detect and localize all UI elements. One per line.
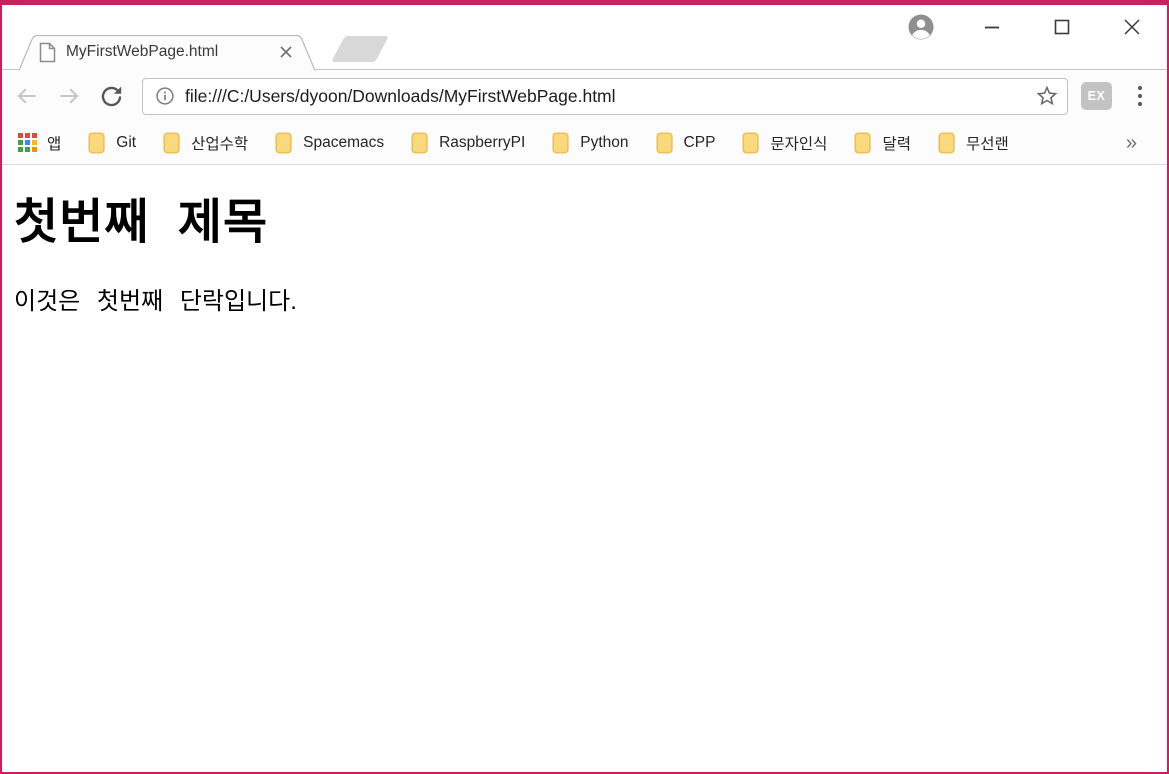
bookmark-folder-item[interactable]: 문자인식 xyxy=(742,132,827,154)
browser-window: MyFirstWebPage.html file:///C:/Users/dyo… xyxy=(0,0,1169,774)
window-controls xyxy=(905,8,1167,46)
folder-icon xyxy=(552,132,571,154)
bookmark-folder-item[interactable]: Python xyxy=(552,132,629,154)
minimize-icon[interactable] xyxy=(957,10,1027,44)
page-content: 첫번째 제목 이것은 첫번째 단락입니다. xyxy=(2,165,1167,772)
bookmark-folder-item[interactable]: 산업수학 xyxy=(163,132,248,154)
folder-icon xyxy=(854,132,873,154)
page-paragraph: 이것은 첫번째 단락입니다. xyxy=(14,288,297,316)
tab-myfirstwebpage[interactable]: MyFirstWebPage.html xyxy=(18,35,318,71)
extension-badge[interactable]: EX xyxy=(1081,82,1112,110)
folder-icon xyxy=(938,132,957,154)
bookmark-folder-item[interactable]: CPP xyxy=(655,132,716,154)
reload-icon[interactable] xyxy=(96,81,126,111)
bookmarks-overflow-icon[interactable]: » xyxy=(1126,132,1151,155)
bookmark-folder-label: Git xyxy=(116,134,137,151)
maximize-icon[interactable] xyxy=(1027,10,1097,44)
folder-icon xyxy=(275,132,294,154)
tab-close-icon[interactable] xyxy=(278,44,294,60)
bookmark-folder-label: 달력 xyxy=(882,136,911,153)
navigation-toolbar: file:///C:/Users/dyoon/Downloads/MyFirst… xyxy=(2,70,1167,122)
apps-grid-icon xyxy=(18,133,38,153)
folder-icon xyxy=(163,132,182,154)
bookmark-folder-label: CPP xyxy=(683,134,716,151)
bookmark-folder-item[interactable]: Spacemacs xyxy=(275,132,384,154)
forward-icon[interactable] xyxy=(54,81,84,111)
page-heading: 첫번째 제목 xyxy=(14,196,269,249)
bookmarks-bar: 앱 Git 산업수학 Spacemacs RaspberryPI Python … xyxy=(2,122,1167,165)
three-dot-menu-icon[interactable] xyxy=(1127,82,1153,110)
page-document-icon xyxy=(39,42,56,63)
bookmark-folder-item[interactable]: Git xyxy=(88,132,136,154)
page-info-icon[interactable] xyxy=(154,85,176,107)
profile-avatar-icon[interactable] xyxy=(905,11,937,43)
tab-title: MyFirstWebPage.html xyxy=(66,43,219,60)
folder-icon xyxy=(411,132,430,154)
folder-icon xyxy=(742,132,761,154)
apps-shortcut[interactable]: 앱 xyxy=(18,132,61,154)
bookmark-star-icon[interactable] xyxy=(1035,84,1059,108)
bookmark-folder-item[interactable]: 무선랜 xyxy=(938,132,1009,154)
bookmark-folder-item[interactable]: RaspberryPI xyxy=(411,132,525,154)
folder-icon xyxy=(88,132,107,154)
address-bar[interactable]: file:///C:/Users/dyoon/Downloads/MyFirst… xyxy=(142,77,1068,115)
bookmark-folder-label: Spacemacs xyxy=(303,134,385,151)
titlebar[interactable]: MyFirstWebPage.html xyxy=(2,5,1167,71)
bookmark-folder-label: 문자인식 xyxy=(770,136,828,153)
bookmark-folder-label: Python xyxy=(580,134,629,151)
back-icon[interactable] xyxy=(12,81,42,111)
bookmark-folders: Git 산업수학 Spacemacs RaspberryPI Python CP… xyxy=(88,132,1036,154)
bookmark-folder-label: RaspberryPI xyxy=(439,134,526,151)
bookmark-folder-item[interactable]: 달력 xyxy=(854,132,911,154)
apps-shortcut-label: 앱 xyxy=(47,136,62,153)
close-icon[interactable] xyxy=(1097,10,1167,44)
new-tab-button[interactable] xyxy=(331,36,389,62)
url-text: file:///C:/Users/dyoon/Downloads/MyFirst… xyxy=(185,85,616,106)
bookmark-folder-label: 산업수학 xyxy=(191,136,249,153)
bookmark-folder-label: 무선랜 xyxy=(965,136,1009,153)
folder-icon xyxy=(655,132,675,154)
